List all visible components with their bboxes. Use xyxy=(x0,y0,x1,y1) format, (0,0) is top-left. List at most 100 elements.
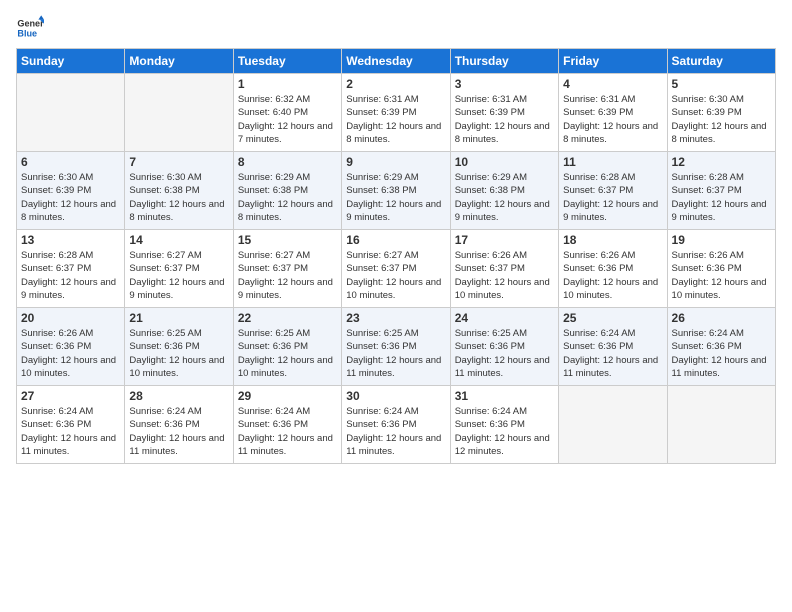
calendar-cell xyxy=(667,386,775,464)
calendar-cell: 16 Sunrise: 6:27 AMSunset: 6:37 PMDayligh… xyxy=(342,230,450,308)
day-number: 17 xyxy=(455,233,554,247)
calendar-cell: 8 Sunrise: 6:29 AMSunset: 6:38 PMDaylight… xyxy=(233,152,341,230)
calendar-cell: 30Sunrise: 6:24 AMSunset: 6:36 PMDayligh… xyxy=(342,386,450,464)
day-number: 15 xyxy=(238,233,337,247)
calendar-cell: 13 Sunrise: 6:28 AMSunset: 6:37 PMDayligh… xyxy=(17,230,125,308)
day-info: Sunrise: 6:24 AMSunset: 6:36 PMDaylight:… xyxy=(238,405,337,458)
calendar-cell: 22 Sunrise: 6:25 AMSunset: 6:36 PMDayligh… xyxy=(233,308,341,386)
calendar-cell: 12Sunrise: 6:28 AMSunset: 6:37 PMDayligh… xyxy=(667,152,775,230)
calendar-cell: 15 Sunrise: 6:27 AMSunset: 6:37 PMDayligh… xyxy=(233,230,341,308)
header-sunday: Sunday xyxy=(17,49,125,74)
week-row-1: 1 Sunrise: 6:32 AMSunset: 6:40 PMDaylight… xyxy=(17,74,776,152)
day-number: 19 xyxy=(672,233,771,247)
day-number: 29 xyxy=(238,389,337,403)
day-info: Sunrise: 6:30 AMSunset: 6:39 PMDaylight:… xyxy=(672,93,771,146)
day-number: 20 xyxy=(21,311,120,325)
day-number: 21 xyxy=(129,311,228,325)
calendar-cell: 23 Sunrise: 6:25 AMSunset: 6:36 PMDayligh… xyxy=(342,308,450,386)
day-info: Sunrise: 6:27 AMSunset: 6:37 PMDaylight:… xyxy=(346,249,445,302)
day-number: 26 xyxy=(672,311,771,325)
calendar-cell: 14 Sunrise: 6:27 AMSunset: 6:37 PMDayligh… xyxy=(125,230,233,308)
day-number: 22 xyxy=(238,311,337,325)
day-number: 27 xyxy=(21,389,120,403)
calendar-cell: 29 Sunrise: 6:24 AMSunset: 6:36 PMDayligh… xyxy=(233,386,341,464)
day-number: 25 xyxy=(563,311,662,325)
day-info: Sunrise: 6:27 AMSunset: 6:37 PMDaylight:… xyxy=(238,249,337,302)
calendar-cell: 11 Sunrise: 6:28 AMSunset: 6:37 PMDayligh… xyxy=(559,152,667,230)
calendar-cell: 4 Sunrise: 6:31 AMSunset: 6:39 PMDaylight… xyxy=(559,74,667,152)
header-thursday: Thursday xyxy=(450,49,558,74)
header-wednesday: Wednesday xyxy=(342,49,450,74)
day-info: Sunrise: 6:31 AMSunset: 6:39 PMDaylight:… xyxy=(563,93,662,146)
day-info: Sunrise: 6:24 AMSunset: 6:36 PMDaylight:… xyxy=(563,327,662,380)
day-info: Sunrise: 6:26 AMSunset: 6:37 PMDaylight:… xyxy=(455,249,554,302)
day-info: Sunrise: 6:28 AMSunset: 6:37 PMDaylight:… xyxy=(563,171,662,224)
header: General Blue xyxy=(16,10,776,42)
logo: General Blue xyxy=(16,14,44,42)
calendar-cell: 6 Sunrise: 6:30 AMSunset: 6:39 PMDaylight… xyxy=(17,152,125,230)
calendar-cell: 27 Sunrise: 6:24 AMSunset: 6:36 PMDayligh… xyxy=(17,386,125,464)
calendar-table: SundayMondayTuesdayWednesdayThursdayFrid… xyxy=(16,48,776,464)
calendar-cell xyxy=(559,386,667,464)
day-info: Sunrise: 6:25 AMSunset: 6:36 PMDaylight:… xyxy=(346,327,445,380)
day-info: Sunrise: 6:25 AMSunset: 6:36 PMDaylight:… xyxy=(238,327,337,380)
day-info: Sunrise: 6:25 AMSunset: 6:36 PMDaylight:… xyxy=(455,327,554,380)
svg-text:General: General xyxy=(17,19,44,29)
header-monday: Monday xyxy=(125,49,233,74)
calendar-cell: 24 Sunrise: 6:25 AMSunset: 6:36 PMDayligh… xyxy=(450,308,558,386)
day-info: Sunrise: 6:26 AMSunset: 6:36 PMDaylight:… xyxy=(563,249,662,302)
week-row-2: 6 Sunrise: 6:30 AMSunset: 6:39 PMDaylight… xyxy=(17,152,776,230)
day-number: 1 xyxy=(238,77,337,91)
calendar-cell: 3 Sunrise: 6:31 AMSunset: 6:39 PMDaylight… xyxy=(450,74,558,152)
calendar-cell: 5 Sunrise: 6:30 AMSunset: 6:39 PMDaylight… xyxy=(667,74,775,152)
calendar-cell: 20 Sunrise: 6:26 AMSunset: 6:36 PMDayligh… xyxy=(17,308,125,386)
day-number: 6 xyxy=(21,155,120,169)
day-info: Sunrise: 6:29 AMSunset: 6:38 PMDaylight:… xyxy=(455,171,554,224)
week-row-3: 13 Sunrise: 6:28 AMSunset: 6:37 PMDayligh… xyxy=(17,230,776,308)
calendar-cell: 1 Sunrise: 6:32 AMSunset: 6:40 PMDaylight… xyxy=(233,74,341,152)
day-number: 18 xyxy=(563,233,662,247)
day-info: Sunrise: 6:26 AMSunset: 6:36 PMDaylight:… xyxy=(672,249,771,302)
day-info: Sunrise: 6:27 AMSunset: 6:37 PMDaylight:… xyxy=(129,249,228,302)
calendar-cell: 28Sunrise: 6:24 AMSunset: 6:36 PMDayligh… xyxy=(125,386,233,464)
calendar-cell: 18 Sunrise: 6:26 AMSunset: 6:36 PMDayligh… xyxy=(559,230,667,308)
day-info: Sunrise: 6:29 AMSunset: 6:38 PMDaylight:… xyxy=(238,171,337,224)
calendar-cell: 19 Sunrise: 6:26 AMSunset: 6:36 PMDayligh… xyxy=(667,230,775,308)
calendar-cell: 10Sunrise: 6:29 AMSunset: 6:38 PMDayligh… xyxy=(450,152,558,230)
day-number: 28 xyxy=(129,389,228,403)
day-info: Sunrise: 6:30 AMSunset: 6:38 PMDaylight:… xyxy=(129,171,228,224)
day-info: Sunrise: 6:29 AMSunset: 6:38 PMDaylight:… xyxy=(346,171,445,224)
day-info: Sunrise: 6:26 AMSunset: 6:36 PMDaylight:… xyxy=(21,327,120,380)
calendar-cell: 31Sunrise: 6:24 AMSunset: 6:36 PMDayligh… xyxy=(450,386,558,464)
day-number: 4 xyxy=(563,77,662,91)
calendar-cell: 7 Sunrise: 6:30 AMSunset: 6:38 PMDaylight… xyxy=(125,152,233,230)
day-number: 13 xyxy=(21,233,120,247)
day-info: Sunrise: 6:25 AMSunset: 6:36 PMDaylight:… xyxy=(129,327,228,380)
logo-icon: General Blue xyxy=(16,14,44,42)
calendar-cell: 21 Sunrise: 6:25 AMSunset: 6:36 PMDayligh… xyxy=(125,308,233,386)
day-number: 24 xyxy=(455,311,554,325)
day-info: Sunrise: 6:31 AMSunset: 6:39 PMDaylight:… xyxy=(455,93,554,146)
day-number: 3 xyxy=(455,77,554,91)
day-info: Sunrise: 6:31 AMSunset: 6:39 PMDaylight:… xyxy=(346,93,445,146)
day-number: 14 xyxy=(129,233,228,247)
day-info: Sunrise: 6:30 AMSunset: 6:39 PMDaylight:… xyxy=(21,171,120,224)
week-row-5: 27 Sunrise: 6:24 AMSunset: 6:36 PMDayligh… xyxy=(17,386,776,464)
day-number: 7 xyxy=(129,155,228,169)
day-number: 9 xyxy=(346,155,445,169)
day-number: 23 xyxy=(346,311,445,325)
calendar-cell: 2Sunrise: 6:31 AMSunset: 6:39 PMDaylight… xyxy=(342,74,450,152)
svg-text:Blue: Blue xyxy=(17,28,37,38)
day-number: 5 xyxy=(672,77,771,91)
day-info: Sunrise: 6:24 AMSunset: 6:36 PMDaylight:… xyxy=(21,405,120,458)
header-tuesday: Tuesday xyxy=(233,49,341,74)
header-saturday: Saturday xyxy=(667,49,775,74)
day-number: 11 xyxy=(563,155,662,169)
day-number: 8 xyxy=(238,155,337,169)
day-info: Sunrise: 6:24 AMSunset: 6:36 PMDaylight:… xyxy=(346,405,445,458)
day-info: Sunrise: 6:32 AMSunset: 6:40 PMDaylight:… xyxy=(238,93,337,146)
header-row: SundayMondayTuesdayWednesdayThursdayFrid… xyxy=(17,49,776,74)
day-number: 16 xyxy=(346,233,445,247)
day-info: Sunrise: 6:28 AMSunset: 6:37 PMDaylight:… xyxy=(21,249,120,302)
calendar-page: General Blue SundayMondayTuesdayWednesda… xyxy=(0,0,792,612)
